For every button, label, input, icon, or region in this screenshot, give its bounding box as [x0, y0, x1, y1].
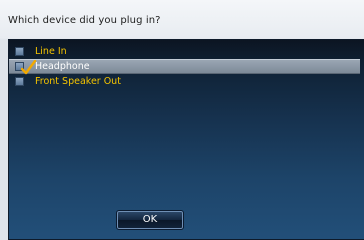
- device-item-front-speaker-out[interactable]: Front Speaker Out: [9, 74, 364, 89]
- device-list-panel: Line In Headphone Front Speaker Out: [8, 39, 364, 240]
- device-checkbox[interactable]: [15, 47, 24, 56]
- device-label: Line In: [35, 46, 67, 57]
- dialog-question: Which device did you plug in?: [8, 15, 161, 26]
- device-label: Headphone: [35, 61, 90, 72]
- device-selection-dialog: Which device did you plug in? Line In He…: [0, 0, 364, 240]
- device-checkbox[interactable]: [15, 77, 24, 86]
- device-checkbox[interactable]: [15, 60, 37, 75]
- device-item-headphone[interactable]: Headphone: [9, 59, 360, 75]
- device-label: Front Speaker Out: [35, 76, 121, 87]
- ok-button[interactable]: OK: [116, 210, 184, 230]
- device-item-line-in[interactable]: Line In: [9, 44, 364, 59]
- device-list: Line In Headphone Front Speaker Out: [9, 44, 364, 89]
